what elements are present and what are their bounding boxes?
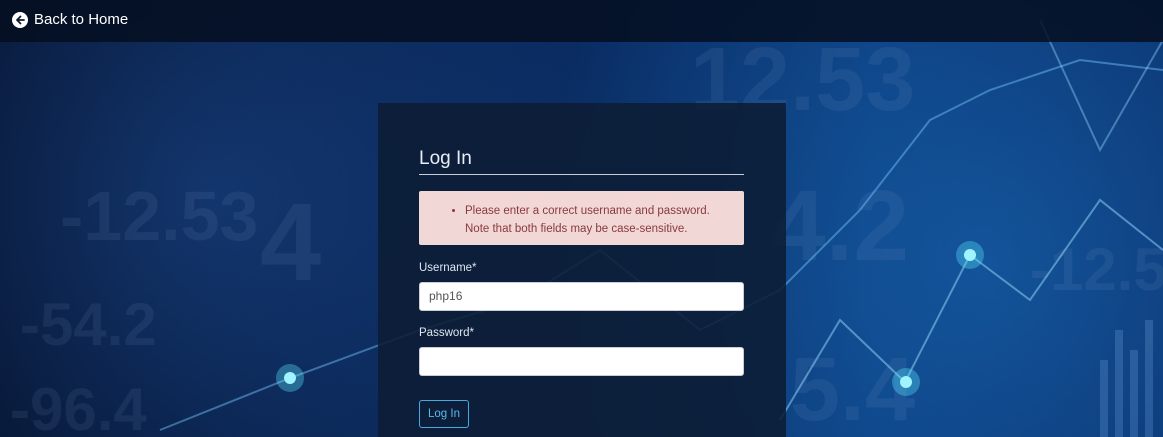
error-message: Please enter a correct username and pass…: [465, 202, 734, 238]
login-panel: Log In Please enter a correct username a…: [378, 103, 786, 437]
bg-number: -54.2: [20, 291, 157, 358]
back-to-home-label: Back to Home: [34, 11, 129, 28]
error-alert: Please enter a correct username and pass…: [419, 191, 744, 245]
back-to-home-link[interactable]: Back to Home: [12, 11, 128, 28]
bg-number: -12.53: [60, 177, 258, 255]
bg-number: 4: [260, 181, 321, 304]
bg-number: -12.5: [1030, 236, 1163, 303]
error-list: Please enter a correct username and pass…: [419, 202, 734, 238]
top-bar: Back to Home: [0, 0, 1163, 42]
login-button[interactable]: Log In: [419, 400, 469, 428]
password-input[interactable]: [419, 347, 744, 376]
arrow-left-circle-icon: [12, 11, 28, 28]
username-input[interactable]: php16: [419, 282, 744, 311]
bg-number: 4.2: [770, 170, 909, 282]
password-label: Password*: [419, 327, 474, 339]
username-label: Username*: [419, 262, 477, 274]
login-title: Log In: [419, 148, 744, 175]
bg-number: -96.4: [10, 376, 147, 437]
